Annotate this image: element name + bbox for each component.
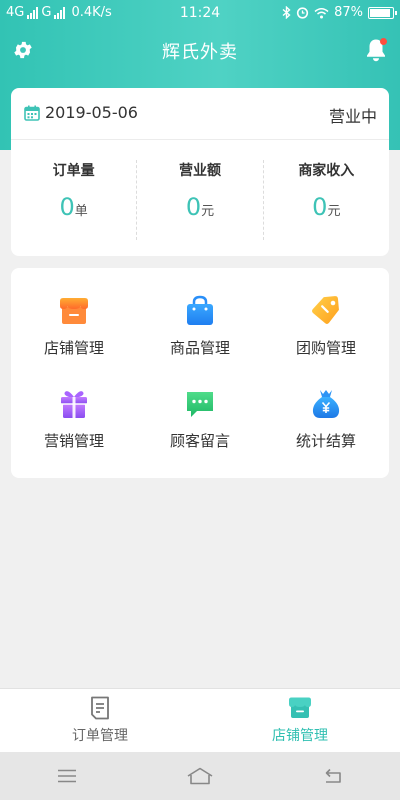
alarm-icon <box>296 7 309 19</box>
tab-label: 店铺管理 <box>272 728 328 744</box>
stat-merchant-income: 商家收入 0元 <box>262 160 389 240</box>
tile-label: 团购管理 <box>295 339 356 357</box>
status-bar: 4G G 0.4K/s 11:24 87% <box>0 0 400 28</box>
notification-button[interactable] <box>364 37 388 63</box>
stat-unit: 元 <box>201 204 215 219</box>
money-bag-icon <box>312 390 340 418</box>
statistics-settlement-tile[interactable]: 统计结算 <box>263 387 389 480</box>
tab-label: 订单管理 <box>72 728 128 744</box>
menu-button[interactable] <box>0 752 133 800</box>
date-row[interactable]: 2019-05-06 营业中 <box>11 88 389 140</box>
stats-row: 订单量 0单 营业额 0元 商家收入 0元 <box>11 160 389 240</box>
menu-icon <box>57 769 76 783</box>
title-bar: 辉氏外卖 <box>0 28 400 72</box>
tile-label: 统计结算 <box>295 432 356 450</box>
shopping-bag-icon <box>187 295 213 325</box>
business-status: 营业中 <box>328 107 377 126</box>
customer-messages-tile[interactable]: 顾客留言 <box>137 387 263 480</box>
bottom-tab-bar: 订单管理 店铺管理 <box>0 688 400 752</box>
group-buy-management-tile[interactable]: 团购管理 <box>263 294 389 387</box>
home-icon <box>187 767 213 785</box>
stat-revenue: 营业额 0元 <box>136 160 262 240</box>
order-document-icon <box>91 696 109 720</box>
stat-unit: 单 <box>74 204 88 219</box>
back-icon <box>326 768 342 783</box>
system-navigation-bar <box>0 752 400 800</box>
tile-label: 店铺管理 <box>43 339 104 357</box>
stat-value: 0 <box>59 193 75 221</box>
stat-label: 订单量 <box>52 163 95 179</box>
calendar-icon <box>24 105 40 121</box>
home-button[interactable] <box>133 752 266 800</box>
message-icon <box>187 392 213 417</box>
tab-order-management[interactable]: 订单管理 <box>0 689 200 752</box>
store-management-tile[interactable]: 店铺管理 <box>11 294 137 387</box>
stat-order-count: 订单量 0单 <box>11 160 136 240</box>
stat-label: 商家收入 <box>298 163 355 179</box>
product-management-tile[interactable]: 商品管理 <box>137 294 263 387</box>
stat-value: 0 <box>312 193 328 221</box>
battery-percent: 87% <box>334 5 363 20</box>
store-icon <box>60 298 88 324</box>
stat-label: 营业额 <box>178 163 221 179</box>
gift-icon <box>61 391 87 418</box>
tile-label: 商品管理 <box>169 339 230 357</box>
tile-label: 顾客留言 <box>169 432 230 450</box>
tile-label: 营销管理 <box>43 432 104 450</box>
bluetooth-icon <box>282 6 291 19</box>
tab-store-management[interactable]: 店铺管理 <box>200 689 400 752</box>
wifi-icon <box>314 7 329 18</box>
summary-date: 2019-05-06 <box>45 103 138 122</box>
notification-badge <box>380 38 387 45</box>
daily-summary-card: 2019-05-06 营业中 订单量 0单 营业额 0元 商家收入 0元 <box>11 88 389 256</box>
battery-icon <box>368 6 397 19</box>
feature-grid: 店铺管理 商品管理 团购管理 营销管理 顾客留言 统计结算 <box>11 268 389 478</box>
tag-icon <box>311 296 339 324</box>
stat-value: 0 <box>185 193 202 221</box>
page-title: 辉氏外卖 <box>162 42 238 63</box>
back-button[interactable] <box>267 752 400 800</box>
store-icon <box>289 697 311 718</box>
stat-unit: 元 <box>327 204 341 219</box>
marketing-management-tile[interactable]: 营销管理 <box>11 387 137 480</box>
